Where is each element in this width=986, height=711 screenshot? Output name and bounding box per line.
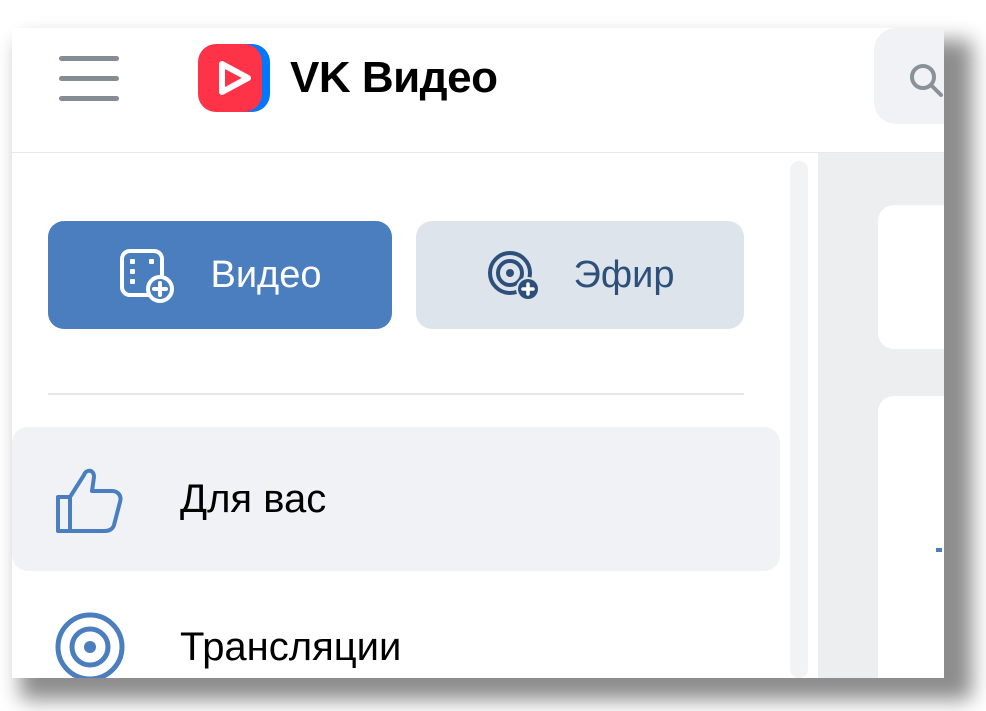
hamburger-menu-icon[interactable] (56, 50, 122, 108)
sidebar-item-broadcasts[interactable]: Трансляции (12, 575, 780, 678)
start-stream-button[interactable]: Эфир (416, 221, 744, 329)
active-tab-indicator (936, 548, 942, 552)
sidebar-item-label: Для вас (180, 476, 327, 521)
upload-video-icon (120, 249, 175, 303)
sidebar-item-label: Трансляции (180, 624, 402, 669)
start-stream-label: Эфир (573, 253, 675, 296)
broadcast-icon (55, 612, 125, 678)
screenshot-stage: VK Видео Видео Эфир Для вас Трансляции (0, 0, 986, 711)
content-card (878, 396, 944, 678)
thumbs-up-icon (56, 468, 123, 533)
start-stream-icon (487, 251, 540, 301)
upload-video-label: Видео (210, 253, 322, 296)
menu-line (59, 96, 119, 101)
sidebar-item-for-you[interactable]: Для вас (12, 427, 780, 571)
search-input[interactable] (874, 28, 944, 124)
search-icon (910, 64, 943, 97)
sidebar-scrollbar[interactable] (790, 161, 808, 678)
upload-video-button[interactable]: Видео (48, 221, 392, 329)
top-header: VK Видео (12, 28, 944, 153)
sidebar-divider (48, 393, 744, 395)
brand-title[interactable]: VK Видео (290, 50, 498, 106)
sidebar: Видео Эфир Для вас Трансляции (12, 153, 818, 678)
menu-line (59, 76, 119, 81)
content-card (878, 205, 944, 349)
app-window: VK Видео Видео Эфир Для вас Трансляции (12, 28, 944, 678)
vk-video-play-logo-icon[interactable] (198, 42, 270, 114)
menu-line (59, 56, 119, 61)
